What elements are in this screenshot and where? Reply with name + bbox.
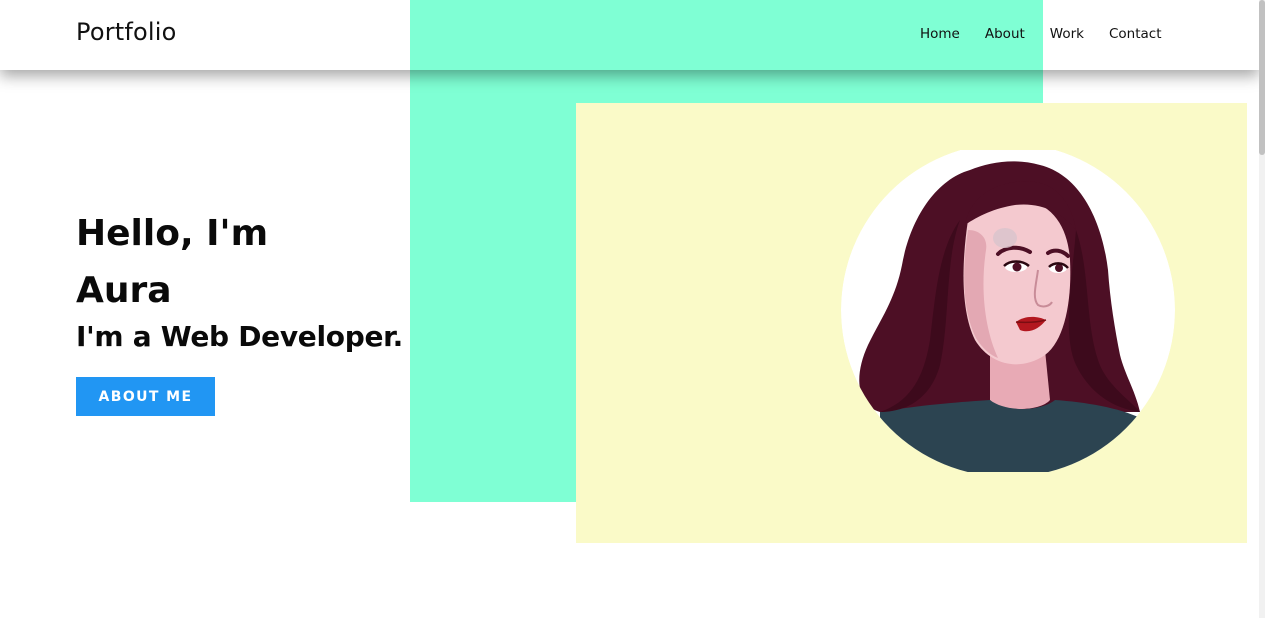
nav-link-contact[interactable]: Contact [1109, 26, 1162, 42]
about-me-button[interactable]: ABOUT ME [76, 377, 215, 416]
site-logo[interactable]: Portfolio [76, 18, 177, 46]
navbar: Portfolio Home About Work Contact [0, 0, 1259, 70]
nav-link-about[interactable]: About [985, 26, 1025, 42]
hero-name: Aura [76, 270, 172, 311]
hero-section: Hello, I'm Aura I'm a Web Developer. ABO… [76, 205, 403, 416]
hero-greeting: Hello, I'm [76, 213, 269, 254]
page: Portfolio Home About Work Contact Hello,… [0, 0, 1265, 618]
nav-link-work[interactable]: Work [1050, 26, 1084, 42]
scrollbar-thumb[interactable] [1259, 0, 1265, 155]
hero-role: I'm a Web Developer. [76, 320, 404, 353]
page-scrollbar[interactable] [1259, 0, 1265, 618]
nav-link-home[interactable]: Home [920, 26, 960, 42]
avatar-icon [840, 143, 1180, 482]
portrait-illustration [840, 143, 1180, 482]
nav-links: Home About Work Contact [920, 26, 1187, 42]
